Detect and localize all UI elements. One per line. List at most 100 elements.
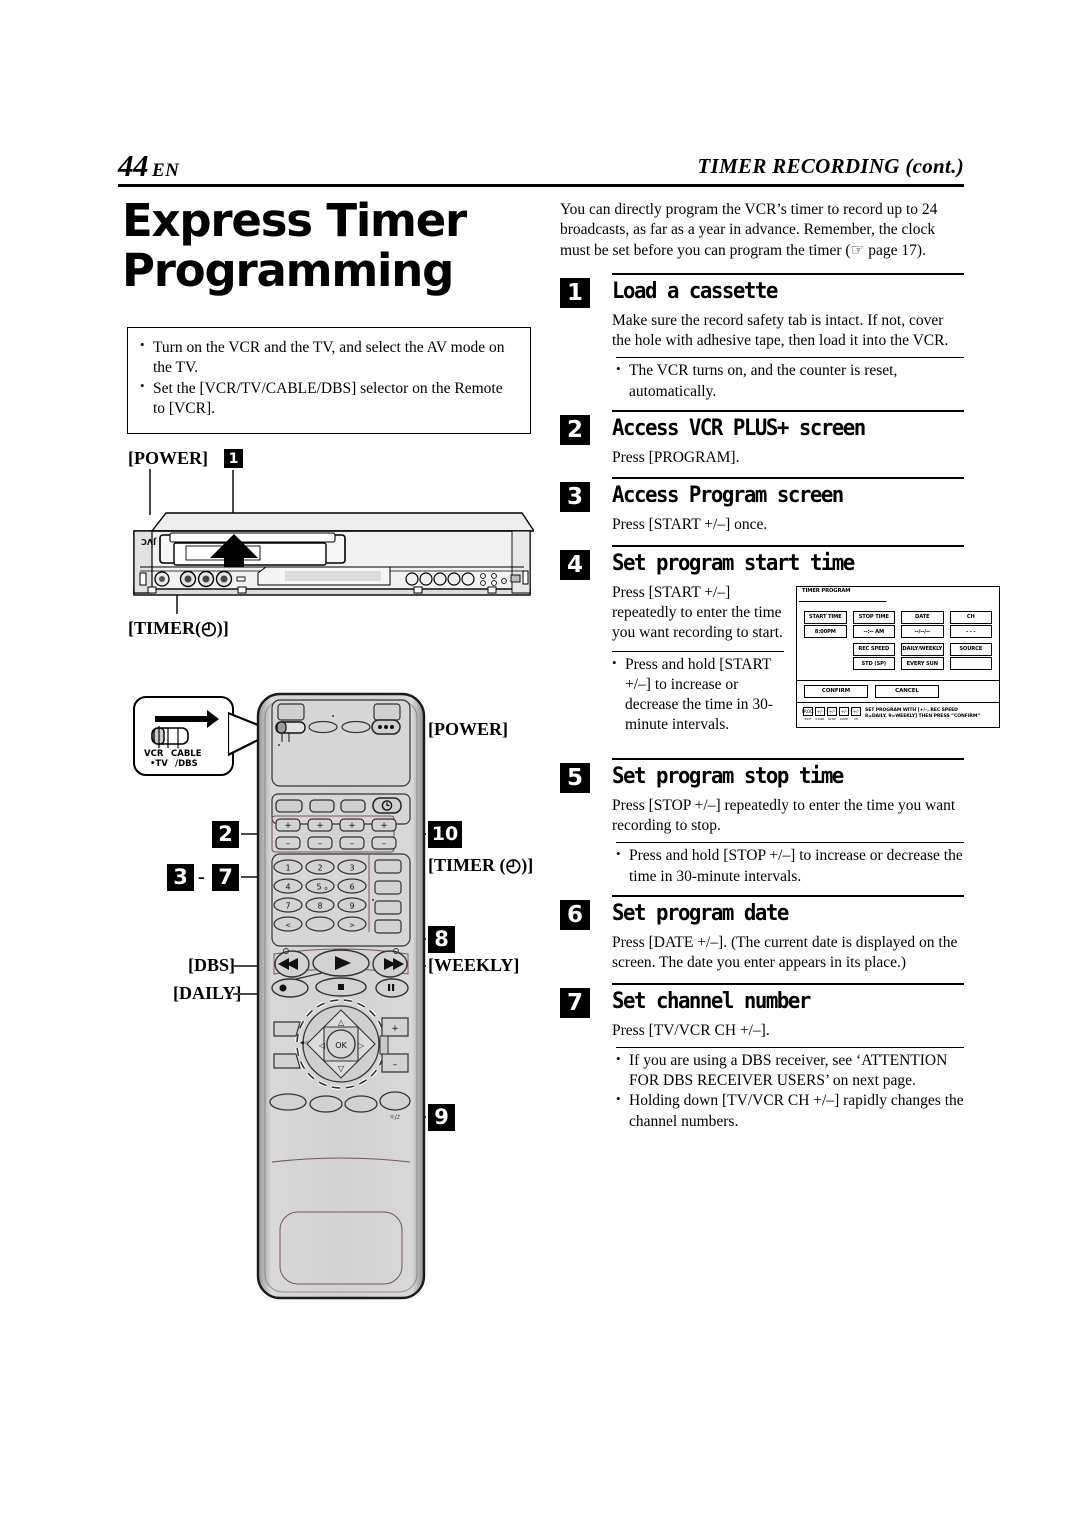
svg-text:☼/♪: ☼/♪ bbox=[389, 1114, 400, 1121]
svg-text:+: + bbox=[380, 821, 388, 831]
step-title: Access Program screen bbox=[612, 482, 844, 509]
bullet-item: Holding down [TV/VCR CH +/–] rapidly cha… bbox=[616, 1090, 964, 1132]
step-number-badge: 7 bbox=[560, 987, 590, 1018]
osd-field-value: --:-- AM bbox=[852, 625, 895, 639]
step-rule bbox=[612, 410, 964, 413]
remote-timer-label: [TIMER (◴)] bbox=[428, 855, 534, 875]
step-7: 7 Set channel number Press [TV/VCR CH +/… bbox=[560, 982, 964, 1132]
remote-badge-8: 8 bbox=[428, 926, 455, 953]
svg-text:+: + bbox=[391, 1024, 399, 1034]
svg-text:6: 6 bbox=[349, 883, 354, 892]
osd-field-caption: DAILY/WEEKLY bbox=[901, 642, 944, 656]
remote-badge-7: 7 bbox=[212, 864, 239, 891]
page-header: 44 EN TIMER RECORDING (cont.) bbox=[118, 148, 964, 194]
remote-badge-2: 2 bbox=[212, 821, 239, 848]
osd-key-box: PROG. bbox=[801, 706, 815, 716]
step-title: Load a cassette bbox=[612, 277, 778, 304]
step-number-badge: 1 bbox=[560, 277, 590, 308]
remote-weekly-label: [WEEKLY] bbox=[428, 955, 520, 975]
osd-field-source[interactable]: SOURCE bbox=[949, 642, 992, 672]
step-2: 2 Access VCR PLUS+ screen Press [PROGRAM… bbox=[560, 410, 964, 468]
svg-text:▷: ▷ bbox=[358, 1041, 365, 1050]
step-number-badge: 3 bbox=[560, 482, 590, 513]
svg-text:◀◁: ◀◁ bbox=[300, 1040, 308, 1046]
osd-confirm-button[interactable]: CONFIRM bbox=[804, 684, 868, 698]
svg-text:+: + bbox=[284, 821, 292, 831]
osd-timer-program-screen: TIMER PROGRAM START TIME 8:00PM STOP TIM… bbox=[796, 585, 1000, 729]
step-body: Press [START +/–] once. bbox=[612, 516, 768, 534]
running-head: TIMER RECORDING (cont.) bbox=[697, 154, 964, 178]
osd-key-box: +/- bbox=[851, 706, 861, 716]
osd-field-date[interactable]: DATE --/--/-- bbox=[901, 610, 944, 640]
svg-text:<: < bbox=[285, 922, 291, 930]
manual-page: 44 EN TIMER RECORDING (cont.) Express Tim… bbox=[0, 0, 1080, 1528]
bullet-item: • Press and hold [START +/–] to increase… bbox=[612, 654, 774, 734]
step-rule bbox=[612, 477, 964, 480]
osd-row-1: START TIME 8:00PM STOP TIME --:-- AM DAT… bbox=[804, 610, 992, 640]
svg-text:5: 5 bbox=[316, 883, 321, 892]
osd-footer: PROG. EXIT +/- START +/- STOP +/- DATE +… bbox=[797, 703, 999, 728]
step-body: Press [DATE +/–]. (The current date is d… bbox=[612, 933, 958, 972]
prerequisite-note-box: Turn on the VCR and the TV, and select t… bbox=[127, 327, 531, 434]
osd-field-ch[interactable]: CH - - - bbox=[949, 610, 992, 640]
intro-paragraph: You can directly program the VCR’s timer… bbox=[560, 201, 938, 259]
osd-field-caption: CH bbox=[949, 610, 992, 624]
osd-key-date: +/- DATE bbox=[839, 706, 849, 722]
osd-field-caption: START TIME bbox=[804, 610, 847, 624]
osd-cancel-button[interactable]: CANCEL bbox=[875, 684, 939, 698]
svg-text:△: △ bbox=[338, 1018, 345, 1027]
vcr-power-label: [POWER] bbox=[128, 448, 208, 468]
osd-key-label: DATE bbox=[840, 717, 848, 722]
osd-field-stop-time[interactable]: STOP TIME --:-- AM bbox=[852, 610, 895, 640]
vcr-timer-label: [TIMER(◴)] bbox=[128, 618, 229, 638]
remote-daily-label: [DAILY] bbox=[173, 983, 242, 1003]
osd-help-line2: 8=DAILY, 9=WEEKLY] THEN PRESS “CONFIRM” bbox=[865, 714, 981, 720]
selector-option-dbs: /DBS bbox=[175, 759, 198, 769]
step-body: Press [START +/–] repeatedly to enter th… bbox=[612, 583, 783, 642]
step-bullets: Press and hold [STOP +/–] to increase or… bbox=[616, 843, 964, 887]
step-number-badge: 2 bbox=[560, 415, 590, 446]
step-body: Press [STOP +/–] repeatedly to enter the… bbox=[612, 796, 956, 835]
remote-badge-9: 9 bbox=[428, 1104, 455, 1131]
osd-button-row: CONFIRM CANCEL bbox=[797, 681, 999, 703]
svg-text:+: + bbox=[316, 821, 324, 831]
step-number-badge: 4 bbox=[560, 549, 590, 580]
locale-code: EN bbox=[152, 160, 180, 181]
svg-text:◁: ◁ bbox=[318, 1041, 325, 1050]
svg-text:–: – bbox=[286, 839, 291, 849]
selector-callout-bubble: VCR CABLE •TV /DBS bbox=[133, 696, 234, 776]
osd-key-label: CH bbox=[853, 717, 859, 722]
step-3: 3 Access Program screen Press [START +/–… bbox=[560, 477, 964, 535]
step-rule bbox=[612, 982, 964, 985]
osd-field-caption: SOURCE bbox=[949, 642, 992, 656]
osd-help-text: SET PROGRAM WITH [+/–, REC SPEED 8=DAILY… bbox=[865, 707, 980, 721]
note-item: Set the [VCR/TV/CABLE/DBS] selector on t… bbox=[140, 378, 518, 419]
note-item: Turn on the VCR and the TV, and select t… bbox=[140, 337, 518, 378]
svg-text:–: – bbox=[393, 1060, 398, 1070]
bullet-item: If you are using a DBS receiver, see ‘AT… bbox=[616, 1050, 964, 1092]
osd-field-daily-weekly[interactable]: DAILY/WEEKLY EVERY SUN bbox=[901, 642, 944, 672]
osd-key-stop: +/- STOP bbox=[827, 706, 837, 721]
osd-field-rec-speed[interactable]: REC SPEED STD (SP) bbox=[852, 642, 895, 672]
page-title: Express Timer Programming bbox=[122, 194, 542, 297]
osd-field-value: - - - bbox=[949, 625, 992, 639]
osd-key-label: START bbox=[815, 717, 825, 722]
bullet-item: The VCR turns on, and the counter is res… bbox=[616, 360, 964, 402]
svg-text:4: 4 bbox=[285, 883, 290, 892]
svg-text:2: 2 bbox=[317, 864, 322, 873]
osd-row-2: REC SPEED STD (SP) DAILY/WEEKLY EVERY SU… bbox=[804, 642, 992, 672]
page-title-line1: Express Timer bbox=[122, 194, 467, 247]
osd-key-label: EXIT bbox=[804, 717, 812, 722]
selector-option-tv: •TV bbox=[150, 759, 168, 769]
step-4: 4 Set program start time Press [START +/… bbox=[560, 544, 1000, 736]
step-body: Make sure the record safety tab is intac… bbox=[612, 311, 949, 350]
step-6: 6 Set program date Press [DATE +/–]. (Th… bbox=[560, 894, 964, 974]
remote-range-dash: - bbox=[198, 866, 205, 888]
step-bullets: The VCR turns on, and the counter is res… bbox=[616, 358, 964, 402]
svg-text:9: 9 bbox=[349, 902, 354, 911]
step-body: Press [PROGRAM]. bbox=[612, 449, 740, 467]
osd-field-start-time[interactable]: START TIME 8:00PM bbox=[804, 610, 847, 640]
remote-control-illustration: + + + + – – – – 1 2 3 4 5 o 6 7 8 9 < > … bbox=[256, 692, 426, 1300]
selector-option-cable: CABLE bbox=[171, 749, 202, 759]
svg-text:JVC: JVC bbox=[141, 537, 157, 546]
